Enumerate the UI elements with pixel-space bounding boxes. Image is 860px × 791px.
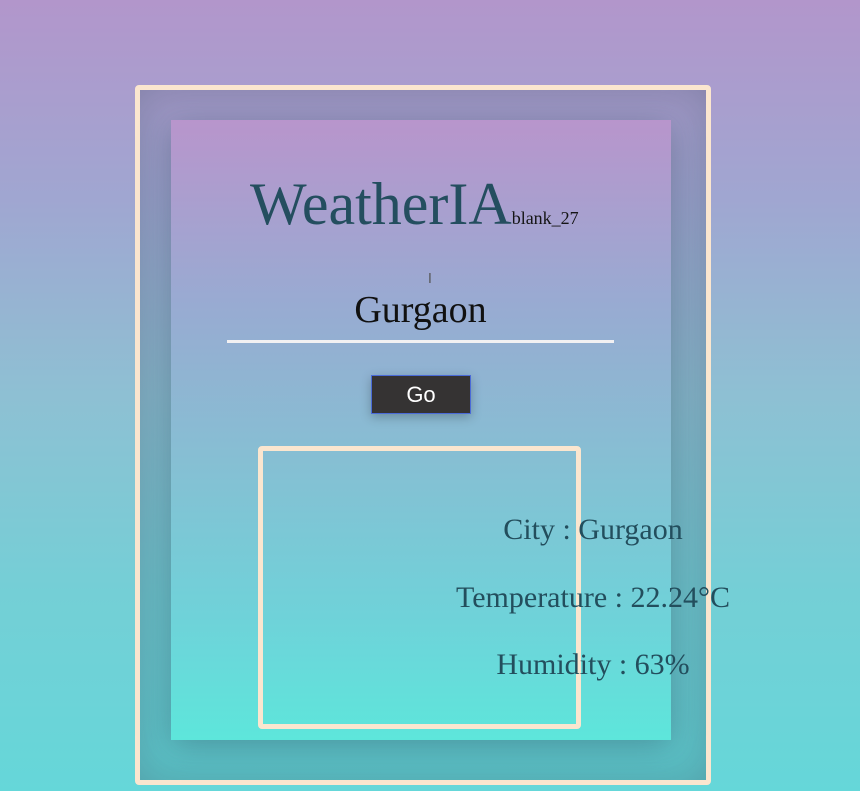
go-button[interactable]: Go xyxy=(371,375,471,414)
app-title-row: WeatherIAblank_27 xyxy=(250,170,579,239)
app-title: WeatherIA xyxy=(250,171,512,237)
weather-result-box: City : Gurgaon Temperature : 22.24°C Hum… xyxy=(258,446,730,729)
city-input[interactable] xyxy=(227,280,614,343)
humidity-result: Humidity : 63% xyxy=(496,648,690,681)
temperature-result: Temperature : 22.24°C xyxy=(456,581,730,614)
city-result: City : Gurgaon xyxy=(503,513,683,546)
app-subtitle: blank_27 xyxy=(511,208,579,228)
